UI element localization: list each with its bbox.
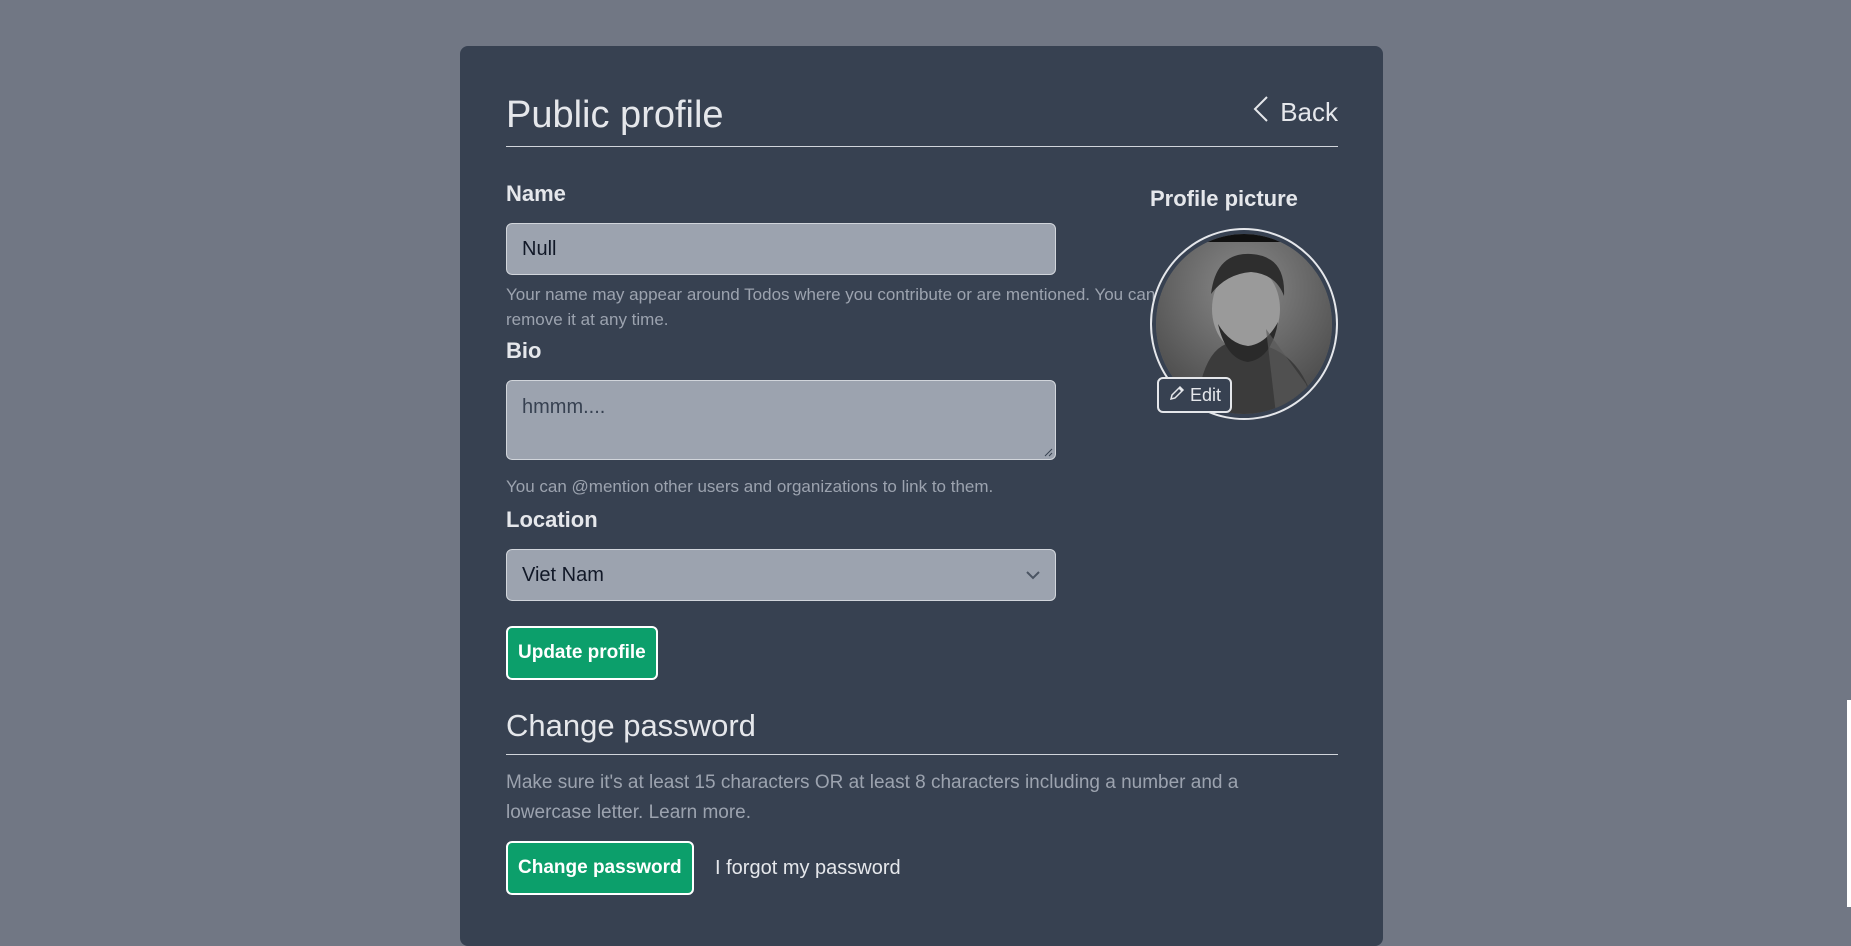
chevron-down-icon — [1026, 571, 1040, 580]
password-description: Make sure it's at least 15 characters OR… — [506, 772, 1239, 823]
bio-help-text: You can @mention other users and organiz… — [506, 477, 994, 496]
profile-card: Public profile Back Name Null Your name … — [460, 46, 1383, 946]
header-divider — [506, 146, 1338, 147]
bio-placeholder: hmmm.... — [522, 396, 606, 418]
bio-textarea[interactable]: hmmm.... — [506, 380, 1056, 460]
back-label: Back — [1280, 97, 1338, 127]
chevron-left-icon — [1252, 94, 1270, 131]
back-link[interactable]: Back — [1252, 94, 1338, 131]
name-field[interactable]: Null — [506, 223, 1056, 275]
edit-avatar-button[interactable]: Edit — [1157, 377, 1233, 413]
change-password-button[interactable]: Change password — [506, 841, 694, 895]
pencil-icon — [1168, 384, 1186, 407]
location-select[interactable]: Viet Nam — [506, 549, 1056, 601]
location-label: Location — [506, 507, 598, 532]
profile-header: Public profile Back — [506, 94, 1338, 194]
resize-grip-icon[interactable] — [1043, 447, 1053, 457]
password-divider — [506, 754, 1338, 755]
page-title: Public profile — [506, 94, 724, 136]
profile-picture-label: Profile picture — [1150, 186, 1298, 211]
scrollbar-thumb[interactable] — [1847, 700, 1851, 907]
name-help-text: Your name may appear around Todos where … — [506, 285, 1156, 329]
edit-label: Edit — [1190, 384, 1222, 405]
location-selected: Viet Nam — [522, 564, 604, 586]
forgot-password-link[interactable]: I forgot my password — [715, 857, 901, 880]
change-password-title: Change password — [506, 708, 756, 743]
bio-label: Bio — [506, 338, 542, 363]
update-profile-button[interactable]: Update profile — [506, 626, 658, 680]
name-label: Name — [506, 181, 566, 206]
